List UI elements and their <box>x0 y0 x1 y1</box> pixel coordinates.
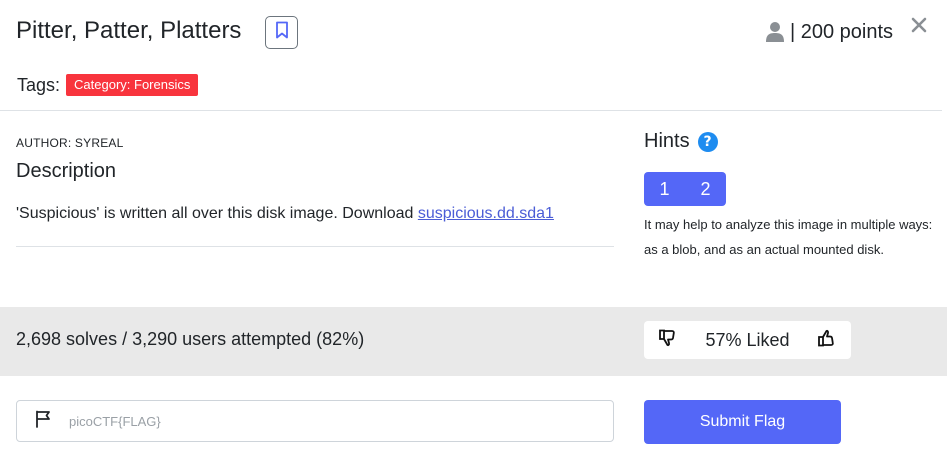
challenge-title: Pitter, Patter, Platters <box>16 17 242 44</box>
thumbs-down-icon[interactable] <box>658 329 678 352</box>
description-heading: Description <box>16 160 117 182</box>
solves-text: 2,698 solves / 3,290 users attempted (82… <box>16 329 365 349</box>
description-divider <box>16 246 614 247</box>
flag-input[interactable] <box>69 413 569 429</box>
flag-input-group <box>16 400 614 442</box>
tags-label: Tags: <box>17 74 61 95</box>
like-box: 57% Liked <box>644 321 851 359</box>
thumbs-up-icon[interactable] <box>817 329 837 352</box>
description-text: 'Suspicious' is written all over this di… <box>16 205 554 223</box>
tags-row: Tags: Category: Forensics <box>17 74 199 96</box>
user-icon <box>765 21 784 43</box>
liked-percentage: 57% Liked <box>705 329 790 350</box>
author-label: AUTHOR: SYREAL <box>16 136 124 150</box>
download-link[interactable]: suspicious.dd.sda1 <box>418 205 554 222</box>
close-button[interactable] <box>908 16 930 38</box>
points-display: | 200 points <box>765 18 893 46</box>
hints-heading: Hints ? <box>644 130 718 153</box>
hint-tab-2[interactable]: 2 <box>685 172 726 206</box>
bookmark-button[interactable] <box>265 16 298 49</box>
bookmark-icon <box>275 21 289 44</box>
description-body: 'Suspicious' is written all over this di… <box>16 205 418 222</box>
hint-tabs: 1 2 <box>644 172 726 206</box>
challenge-header: Pitter, Patter, Platters | 200 points Ta… <box>0 0 947 112</box>
submit-flag-button[interactable]: Submit Flag <box>644 400 841 444</box>
tag-badge-category[interactable]: Category: Forensics <box>66 74 199 96</box>
hint-tab-1[interactable]: 1 <box>644 172 685 206</box>
header-divider <box>0 110 942 111</box>
points-text: | 200 points <box>789 21 893 43</box>
hint-text: It may help to analyze this image in mul… <box>644 217 933 257</box>
hints-label: Hints <box>644 130 690 152</box>
help-icon[interactable]: ? <box>697 131 718 152</box>
flag-icon <box>35 410 51 433</box>
close-icon <box>911 17 927 38</box>
